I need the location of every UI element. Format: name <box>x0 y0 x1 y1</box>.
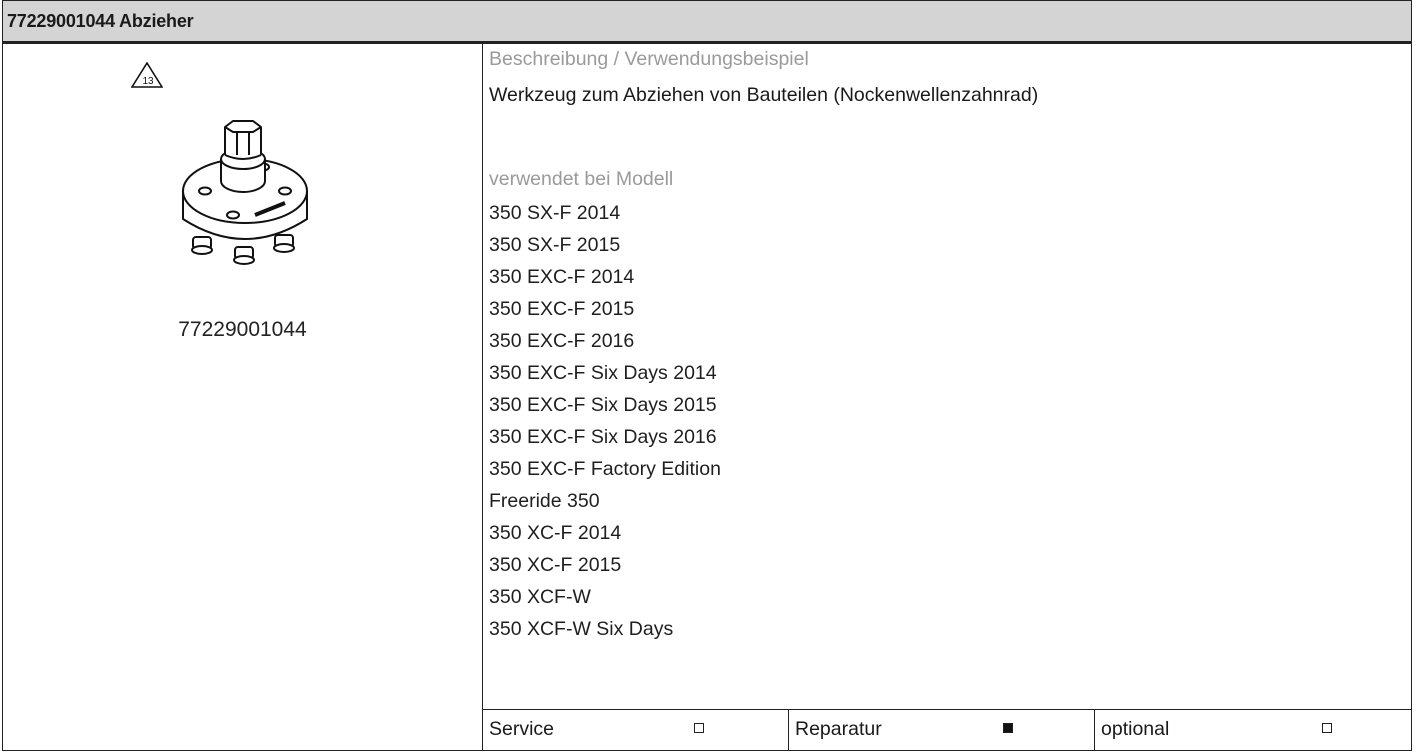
list-item: 350 EXC-F 2015 <box>489 298 635 320</box>
description-label: Beschreibung / Verwendungsbeispiel <box>489 48 809 70</box>
usage-service-checkbox[interactable] <box>694 723 704 733</box>
list-item: 350 EXC-F 2014 <box>489 266 635 288</box>
usage-service-cell: Service <box>483 710 789 750</box>
list-item: 350 XCF-W <box>489 586 591 608</box>
warning-triangle-icon: 13 <box>131 62 163 88</box>
list-item: 350 EXC-F Six Days 2016 <box>489 426 717 448</box>
usage-repair-cell: Reparatur <box>789 710 1095 750</box>
part-number-caption: 77229001044 <box>178 318 307 341</box>
models-label: verwendet bei Modell <box>489 168 674 190</box>
list-item: 350 XC-F 2015 <box>489 554 622 576</box>
list-item: 350 EXC-F Factory Edition <box>489 458 721 480</box>
list-item: 350 SX-F 2014 <box>489 202 621 224</box>
usage-service-label: Service <box>489 718 555 740</box>
usage-repair-label: Reparatur <box>795 718 882 740</box>
tool-details-cell: Beschreibung / Verwendungsbeispiel Werkz… <box>483 44 1411 750</box>
tool-sheet: 77229001044 Abzieher 13 77229001044 Besc… <box>2 0 1412 751</box>
list-item: 350 XC-F 2014 <box>489 522 622 544</box>
list-item: 350 EXC-F 2016 <box>489 330 635 352</box>
warning-icon-number: 13 <box>142 76 154 87</box>
usage-optional-label: optional <box>1101 718 1170 740</box>
puller-tool-illustration <box>182 120 308 265</box>
list-item: 350 XCF-W Six Days <box>489 618 674 640</box>
page-title: 77229001044 Abzieher <box>3 1 1411 44</box>
list-item: Freeride 350 <box>489 490 600 512</box>
description-text: Werkzeug zum Abziehen von Bauteilen (Noc… <box>489 84 1039 106</box>
list-item: 350 EXC-F Six Days 2014 <box>489 362 717 384</box>
list-item: 350 SX-F 2015 <box>489 234 621 256</box>
usage-category-row: Service Reparatur optional <box>483 709 1411 750</box>
usage-optional-cell: optional <box>1095 710 1411 750</box>
usage-optional-checkbox[interactable] <box>1322 723 1332 733</box>
list-item: 350 EXC-F Six Days 2015 <box>489 394 717 416</box>
usage-repair-checkbox[interactable] <box>1003 723 1013 733</box>
tool-image-cell: 13 77229001044 <box>3 44 483 750</box>
